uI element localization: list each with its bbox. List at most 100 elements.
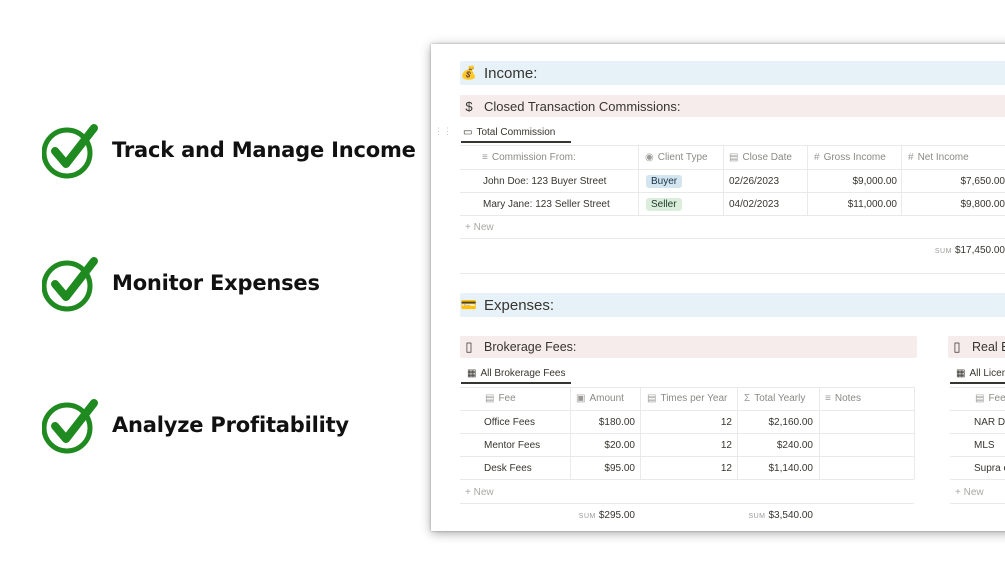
feature-label: Track and Manage Income — [112, 138, 416, 162]
document-icon: ▯ — [953, 339, 961, 354]
green-checkmark-icon — [42, 124, 98, 179]
table-divider — [950, 410, 1005, 411]
closed-commissions-heading: $ Closed Transaction Commissions: — [460, 95, 1005, 117]
cell-close-date[interactable]: 02/26/2023 — [729, 176, 779, 187]
table-divider — [460, 456, 914, 457]
table-divider — [460, 410, 914, 411]
cell-amount[interactable]: $95.00 — [571, 463, 635, 474]
cell-total-yearly[interactable]: $1,140.00 — [738, 463, 814, 474]
column-header-amount[interactable]: ▣ Amount — [576, 393, 624, 404]
plus-icon: + — [465, 222, 471, 233]
table-divider — [460, 145, 1005, 146]
feature-analyze-profitability: Analyze Profitability — [42, 396, 349, 454]
doc-icon: ▤ — [485, 393, 495, 404]
sum-net-income: SUM $17,450.00 — [934, 245, 1005, 256]
table-divider — [460, 215, 1005, 216]
table-icon: ▦ — [956, 367, 966, 379]
client-type-tag[interactable]: Seller — [646, 198, 682, 211]
cell-times-per-year[interactable]: 12 — [641, 440, 732, 451]
col-divider — [914, 387, 915, 479]
cell-amount[interactable]: $20.00 — [571, 440, 635, 451]
dollar-icon: $ — [465, 98, 473, 114]
sigma-icon: Σ — [744, 393, 751, 404]
table-divider — [950, 479, 1005, 480]
feature-track-income: Track and Manage Income — [42, 121, 416, 179]
cell-times-per-year[interactable]: 12 — [641, 463, 732, 474]
income-heading: 💰 Income: — [460, 61, 1005, 85]
tab-all-licenses[interactable]: ▦ All Licen — [950, 364, 1005, 384]
plus-icon: + — [955, 487, 961, 498]
column-header-fee[interactable]: ▤ Fee — [975, 393, 1005, 404]
green-checkmark-icon — [42, 399, 98, 454]
column-header-notes[interactable]: ≡ Notes — [825, 393, 861, 404]
table-icon: ▦ — [467, 367, 477, 379]
brokerage-fees-title: Brokerage Fees: — [484, 340, 577, 354]
closed-commissions-title: Closed Transaction Commissions: — [484, 98, 681, 114]
feature-label: Monitor Expenses — [112, 271, 320, 295]
cell-fee[interactable]: Office Fees — [484, 417, 535, 428]
expenses-title: Expenses: — [484, 296, 555, 314]
cell-commission-from[interactable]: Mary Jane: 123 Seller Street — [483, 199, 610, 210]
notion-screenshot: 💰 Income: $ Closed Transaction Commissio… — [431, 44, 1005, 531]
column-header-fee[interactable]: ▤ Fee — [485, 393, 516, 404]
text-icon: ≡ — [482, 152, 488, 163]
text-icon: ≡ — [825, 393, 831, 404]
calendar-icon: ▤ — [729, 152, 739, 163]
cell-fee[interactable]: Desk Fees — [484, 463, 532, 474]
table-divider — [460, 192, 1005, 193]
tab-all-brokerage-fees[interactable]: ▦ All Brokerage Fees — [461, 364, 571, 384]
new-row-button[interactable]: + New — [465, 222, 494, 233]
column-header-client-type[interactable]: ◉ Client Type — [645, 152, 708, 163]
cell-commission-from[interactable]: John Doe: 123 Buyer Street — [483, 176, 606, 187]
cell-amount[interactable]: $180.00 — [571, 417, 635, 428]
sum-amount: SUM $295.00 — [578, 510, 635, 521]
tab-label: All Licen — [969, 367, 1005, 379]
real-estate-fees-title: Real Es — [972, 340, 1005, 354]
feature-monitor-expenses: Monitor Expenses — [42, 254, 320, 312]
table-divider — [460, 503, 914, 504]
cell-net-income[interactable]: $9,800.00 — [905, 199, 1005, 210]
money-icon: ▣ — [576, 393, 586, 404]
cell-fee[interactable]: NAR Du — [974, 417, 1005, 428]
col-divider — [807, 145, 808, 215]
table-divider — [950, 387, 1005, 388]
cell-times-per-year[interactable]: 12 — [641, 417, 732, 428]
table-divider — [460, 433, 914, 434]
number-icon: # — [814, 152, 820, 163]
cell-close-date[interactable]: 04/02/2023 — [729, 199, 779, 210]
cell-fee[interactable]: MLS — [974, 440, 995, 451]
column-header-times-per-year[interactable]: ▤ Times per Year — [647, 393, 727, 404]
tab-total-commission[interactable]: ▭ Total Commission — [461, 123, 571, 143]
drag-handle-icon[interactable]: ⋮⋮ — [434, 126, 452, 137]
column-header-close-date[interactable]: ▤ Close Date — [729, 152, 792, 163]
column-header-gross-income[interactable]: # Gross Income — [814, 152, 886, 163]
column-header-total-yearly[interactable]: Σ Total Yearly — [744, 393, 805, 404]
cell-total-yearly[interactable]: $2,160.00 — [738, 417, 814, 428]
cell-gross-income[interactable]: $11,000.00 — [811, 199, 897, 210]
cell-gross-income[interactable]: $9,000.00 — [811, 176, 898, 187]
calendar-icon: ▤ — [647, 393, 657, 404]
number-icon: # — [908, 152, 914, 163]
cell-net-income[interactable]: $7,650.00 — [905, 176, 1005, 187]
expenses-heading: 💳 Expenses: — [460, 293, 1005, 317]
col-divider — [723, 145, 724, 215]
tab-label: All Brokerage Fees — [480, 367, 566, 379]
table-divider — [950, 503, 1005, 504]
table-divider — [460, 169, 1005, 170]
document-icon: ▯ — [465, 339, 473, 354]
new-row-button[interactable]: + New — [465, 487, 494, 498]
tab-label: Total Commission — [476, 126, 556, 138]
cell-fee[interactable]: Mentor Fees — [484, 440, 540, 451]
column-header-net-income[interactable]: # Net Income — [908, 152, 969, 163]
table-divider — [950, 433, 1005, 434]
credit-card-icon: 💳 — [460, 297, 478, 312]
new-row-button[interactable]: + New — [955, 487, 984, 498]
feature-label: Analyze Profitability — [112, 413, 349, 437]
cell-total-yearly[interactable]: $240.00 — [738, 440, 813, 451]
column-header-commission-from[interactable]: ≡ Commission From: — [482, 152, 576, 163]
real-estate-fees-heading: ▯ Real Es — [948, 336, 1005, 358]
col-divider — [901, 145, 902, 215]
money-bill-icon: ▭ — [463, 126, 473, 138]
client-type-tag[interactable]: Buyer — [646, 175, 683, 188]
cell-fee[interactable]: Supra e — [974, 463, 1005, 474]
